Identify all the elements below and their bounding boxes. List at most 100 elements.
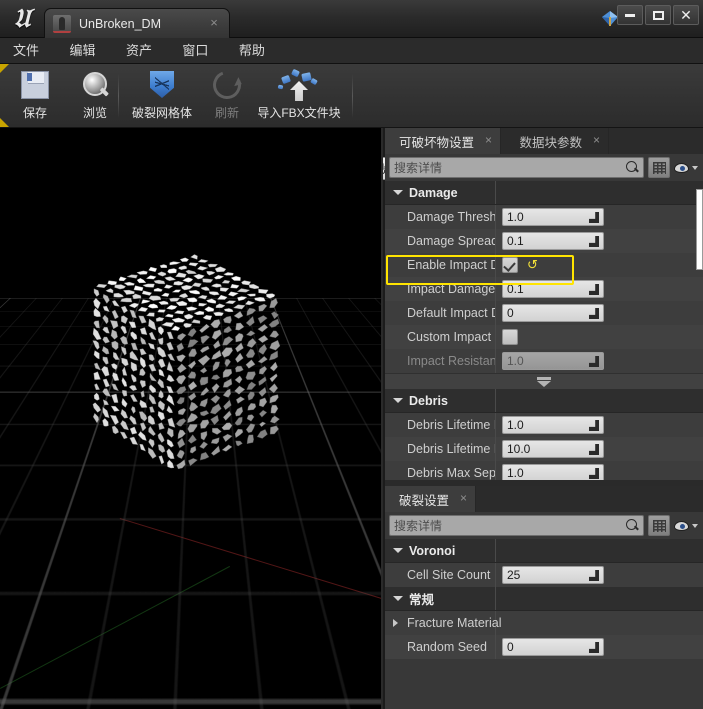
column-splitter[interactable] <box>495 539 496 562</box>
property-row-damage-spread[interactable]: Damage Spread 0.1 <box>385 229 703 253</box>
grid-view-icon[interactable] <box>648 515 670 536</box>
property-value-input[interactable]: 10.0 <box>502 440 604 458</box>
column-splitter[interactable] <box>495 413 496 437</box>
property-row-debris-lifetime-max[interactable]: Debris Lifetime Max10.0 <box>385 437 703 461</box>
eye-icon[interactable] <box>673 157 699 178</box>
column-splitter[interactable] <box>495 389 496 412</box>
column-splitter[interactable] <box>495 229 496 253</box>
column-splitter[interactable] <box>495 325 496 349</box>
chevron-right-icon[interactable] <box>393 619 398 627</box>
column-splitter[interactable] <box>495 563 496 587</box>
menu-item-file[interactable]: 文件 <box>0 38 52 64</box>
spinner-icon[interactable] <box>589 420 599 431</box>
close-icon[interactable]: × <box>593 134 600 146</box>
property-label: Debris Max Separation Min <box>407 466 495 480</box>
category-voronoi[interactable]: Voronoi <box>385 539 703 563</box>
spinner-icon[interactable] <box>589 444 599 455</box>
tab-fracture-settings[interactable]: 破裂设置 × <box>385 486 476 512</box>
menu-item-help[interactable]: 帮助 <box>226 38 278 64</box>
chevron-down-icon <box>692 166 698 170</box>
property-label: Damage Spread <box>407 234 495 248</box>
column-splitter[interactable] <box>495 349 496 373</box>
property-checkbox[interactable] <box>502 329 518 345</box>
property-value-input[interactable]: 1.0 <box>502 352 604 370</box>
property-row-debris-lifetime-min[interactable]: Debris Lifetime Min1.0 <box>385 413 703 437</box>
column-splitter[interactable] <box>495 277 496 301</box>
save-button[interactable]: 保存 <box>4 68 66 124</box>
spinner-icon[interactable] <box>589 212 599 223</box>
browse-button[interactable]: 浏览 <box>64 68 126 124</box>
close-icon[interactable]: ✕ <box>673 5 699 25</box>
column-splitter[interactable] <box>495 205 496 229</box>
import-fbx-button[interactable]: 导入FBX文件块 <box>243 68 355 124</box>
property-value-text: 0.1 <box>507 282 524 296</box>
spinner-icon[interactable] <box>589 308 599 319</box>
eye-icon[interactable] <box>673 515 699 536</box>
spinner-icon[interactable] <box>589 356 599 367</box>
property-value-input[interactable]: 0.1 <box>502 280 604 298</box>
property-value-input[interactable]: 1.0 <box>502 208 604 226</box>
close-icon[interactable]: × <box>485 134 492 146</box>
column-splitter[interactable] <box>495 635 496 659</box>
reset-to-default-icon[interactable]: ↺ <box>527 258 540 271</box>
minimize-icon[interactable] <box>617 5 643 25</box>
tab-destructible-settings[interactable]: 可破坏物设置 × <box>385 128 501 154</box>
property-label: Enable Impact Damage <box>407 258 495 272</box>
search-placeholder: 搜索详情 <box>394 159 442 176</box>
property-list-top: DamageDamage Threshold1.0 Damage Spread 0.… <box>385 181 703 485</box>
category-debris[interactable]: Debris <box>385 389 703 413</box>
menu-item-asset[interactable]: 资产 <box>113 38 165 64</box>
property-row-damage-threshold[interactable]: Damage Threshold1.0 <box>385 205 703 229</box>
property-value-input[interactable]: 0 <box>502 638 604 656</box>
column-splitter[interactable] <box>495 181 496 204</box>
import-fbx-button-label: 导入FBX文件块 <box>257 104 340 121</box>
category-[interactable]: 常规 <box>385 587 703 611</box>
property-value-input[interactable]: 0 <box>502 304 604 322</box>
column-splitter[interactable] <box>495 587 496 610</box>
fractured-cube-mesh <box>0 128 383 709</box>
property-value-input[interactable]: 1.0 <box>502 416 604 434</box>
spinner-icon[interactable] <box>589 284 599 295</box>
spinner-icon[interactable] <box>589 236 599 247</box>
property-value-text: 0 <box>507 306 514 320</box>
destructible-settings-panel: 可破坏物设置 × 数据块参数 × 搜索详情 DamageDamage Thres… <box>385 128 703 486</box>
close-icon[interactable]: × <box>460 492 467 504</box>
maximize-icon[interactable] <box>645 5 671 25</box>
property-row-default-impact-damage-depth[interactable]: Default Impact Damage Depth0 <box>385 301 703 325</box>
viewport-3d[interactable] <box>0 128 383 709</box>
property-row-fracture-material[interactable]: Fracture Material <box>385 611 703 635</box>
property-row-custom-impact-resistance[interactable]: Custom Impact Resistance <box>385 325 703 349</box>
menu-item-window[interactable]: 窗口 <box>169 38 221 64</box>
column-splitter[interactable] <box>495 301 496 325</box>
expand-more-chevron[interactable] <box>385 373 703 389</box>
property-list-bottom: VoronoiCell Site Count25常规Fracture Mater… <box>385 539 703 659</box>
close-icon[interactable]: × <box>207 16 221 30</box>
toolbar-divider <box>118 74 119 118</box>
document-tab-unbroken-dm[interactable]: UnBroken_DM × <box>44 8 230 38</box>
property-value-input[interactable]: 0.1 <box>502 232 604 250</box>
spinner-icon[interactable] <box>589 570 599 581</box>
column-splitter[interactable] <box>495 253 496 277</box>
property-value-text: 1.0 <box>507 466 524 480</box>
property-row-enable-impact-damage[interactable]: Enable Impact Damage ↺ <box>385 253 703 277</box>
spinner-icon[interactable] <box>589 468 599 479</box>
property-checkbox[interactable] <box>502 257 518 273</box>
property-row-random-seed[interactable]: Random Seed0 <box>385 635 703 659</box>
tooltip-popup <box>696 189 703 270</box>
grid-view-icon[interactable] <box>648 157 670 178</box>
search-input[interactable]: 搜索详情 <box>389 515 644 536</box>
spinner-icon[interactable] <box>589 642 599 653</box>
category-label: Debris <box>409 394 448 408</box>
destructible-mesh-icon <box>53 15 71 33</box>
property-row-cell-site-count[interactable]: Cell Site Count25 <box>385 563 703 587</box>
property-row-impact-damage[interactable]: Impact Damage0.1 <box>385 277 703 301</box>
menu-item-edit[interactable]: 编辑 <box>56 38 108 64</box>
search-input[interactable]: 搜索详情 <box>389 157 644 178</box>
column-splitter[interactable] <box>495 437 496 461</box>
category-damage[interactable]: Damage <box>385 181 703 205</box>
property-value-input[interactable]: 25 <box>502 566 604 584</box>
tab-chunk-parameters[interactable]: 数据块参数 × <box>505 128 609 154</box>
fracture-mesh-button[interactable]: 破裂网格体 <box>131 68 193 124</box>
property-row-impact-resistance[interactable]: Impact Resistance1.0 <box>385 349 703 373</box>
menu-bar: 文件 编辑 资产 窗口 帮助 <box>0 38 703 64</box>
